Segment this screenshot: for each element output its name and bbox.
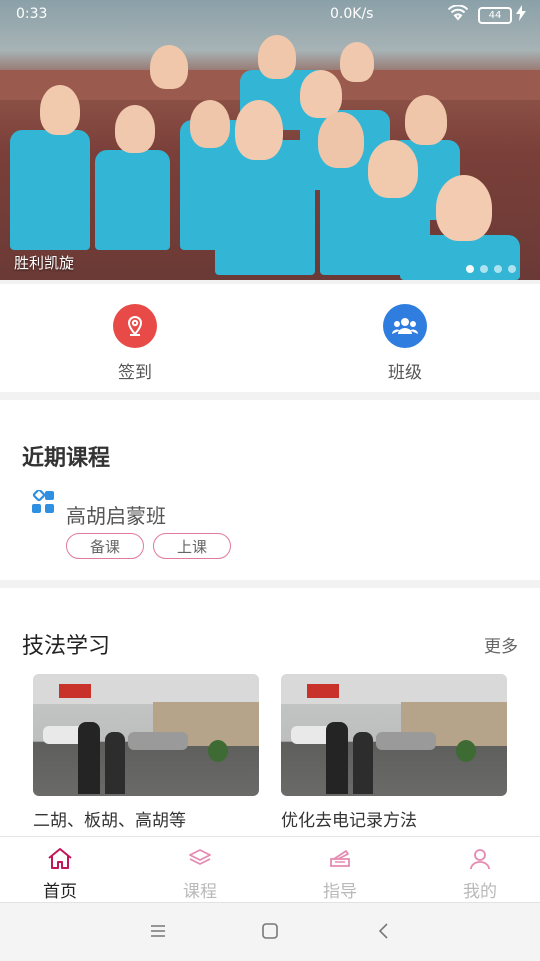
- carousel-dot[interactable]: [508, 265, 516, 273]
- piano-icon: [326, 850, 354, 875]
- video-title: 优化去电记录方法: [281, 811, 417, 831]
- recent-courses-title: 近期课程: [22, 446, 111, 471]
- network-speed: 0.0K/s: [330, 6, 374, 22]
- banner-caption: 胜利凯旋: [14, 254, 75, 272]
- start-class-button[interactable]: 上课: [153, 533, 231, 559]
- video-thumbnail: [281, 674, 507, 796]
- location-pin-icon: [113, 304, 157, 348]
- carousel-dot[interactable]: [466, 265, 474, 273]
- back-icon[interactable]: [374, 921, 394, 945]
- banner-photo: [0, 0, 540, 280]
- video-card[interactable]: 优化去电记录方法: [281, 674, 507, 831]
- banner-carousel[interactable]: 0:33 0.0K/s 44 胜利凯旋: [0, 0, 540, 280]
- status-bar: 0:33 0.0K/s 44: [0, 0, 540, 30]
- bottom-tab-bar: 首页 课程 指导 我的: [0, 836, 540, 903]
- tab-label: 我的: [463, 882, 497, 902]
- course-name[interactable]: 高胡启蒙班: [66, 500, 166, 529]
- carousel-dot[interactable]: [480, 265, 488, 273]
- person-icon: [466, 849, 494, 875]
- layers-icon: [186, 849, 214, 875]
- status-time: 0:33: [16, 6, 48, 22]
- class-label: 班级: [388, 363, 422, 383]
- system-navigation-bar: [0, 902, 540, 961]
- tab-label: 指导: [323, 882, 357, 902]
- recent-courses-section: 近期课程 高胡启蒙班 备课 上课: [0, 400, 540, 580]
- tab-courses[interactable]: 课程: [160, 847, 240, 902]
- battery-indicator: 44: [478, 7, 512, 24]
- more-link[interactable]: 更多: [484, 632, 518, 657]
- quick-actions: 签到 班级: [0, 284, 540, 392]
- carousel-dot[interactable]: [494, 265, 502, 273]
- class-button[interactable]: 班级: [360, 304, 450, 383]
- charging-icon: [516, 5, 526, 25]
- video-card[interactable]: 二胡、板胡、高胡等: [33, 674, 259, 831]
- checkin-button[interactable]: 签到: [90, 304, 180, 383]
- technique-title: 技法学习: [22, 634, 111, 659]
- video-thumbnail: [33, 674, 259, 796]
- prepare-lesson-button[interactable]: 备课: [66, 533, 144, 559]
- tab-label: 课程: [183, 882, 217, 902]
- technique-section: 技法学习 更多 二胡、板胡、高胡等 优化去电记录方法: [0, 588, 540, 836]
- home-icon: [46, 848, 74, 875]
- tab-guidance[interactable]: 指导: [300, 847, 380, 902]
- wifi-icon: [447, 4, 469, 25]
- menu-icon[interactable]: [148, 921, 168, 945]
- carousel-indicator: [466, 258, 522, 277]
- checkin-label: 签到: [118, 363, 152, 383]
- tab-home[interactable]: 首页: [20, 847, 100, 902]
- course-grid-icon: [30, 488, 56, 516]
- tab-label: 首页: [43, 882, 77, 902]
- group-icon: [383, 304, 427, 348]
- video-title: 二胡、板胡、高胡等: [33, 811, 186, 831]
- tab-mine[interactable]: 我的: [440, 847, 520, 902]
- home-square-icon[interactable]: [260, 921, 280, 945]
